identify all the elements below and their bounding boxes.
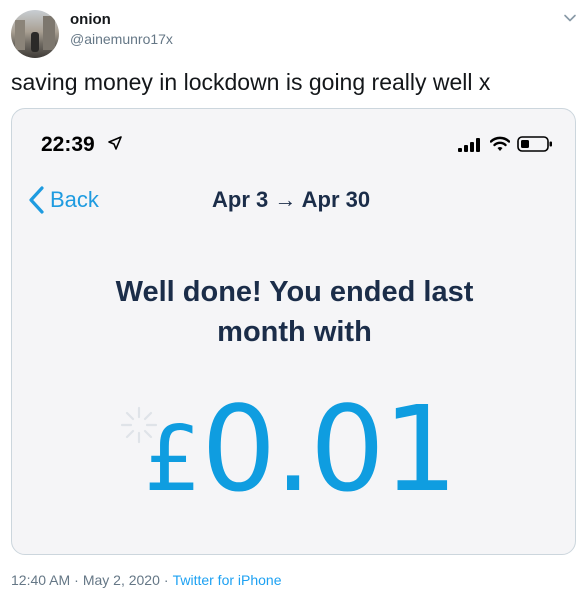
tweet-date[interactable]: May 2, 2020 <box>83 572 160 588</box>
meta-separator: · <box>74 572 79 588</box>
tweet-media[interactable]: 22:39 Back Apr 3 → Apr 30 Well done! You… <box>11 108 576 555</box>
chevron-down-icon[interactable] <box>562 10 578 26</box>
currency-symbol: £ <box>144 407 202 512</box>
status-bar-time: 22:39 <box>41 133 95 156</box>
wifi-icon <box>490 136 510 151</box>
tweet-meta: 12:40 AM · May 2, 2020 · Twitter for iPhone <box>11 572 282 588</box>
meta-separator: · <box>163 572 169 588</box>
location-arrow-icon <box>108 136 122 150</box>
signal-icon <box>458 138 480 152</box>
tweet-time[interactable]: 12:40 AM <box>11 572 70 588</box>
balance-amount: £0.01 <box>144 390 458 508</box>
balance-value: 0.01 <box>201 380 458 518</box>
summary-heading-line-1: Well done! You ended last <box>115 276 474 308</box>
tweet-source-link[interactable]: Twitter for iPhone <box>173 572 282 588</box>
battery-icon <box>517 136 552 152</box>
avatar[interactable] <box>11 10 59 58</box>
date-range-title: Apr 3 → Apr 30 <box>212 187 371 212</box>
summary-heading: Well done! You ended last month with <box>12 272 575 352</box>
user-handle[interactable]: @ainemunro17x <box>70 31 173 47</box>
back-chevron-icon <box>29 186 44 214</box>
display-name[interactable]: onion <box>70 11 111 28</box>
back-label: Back <box>50 187 99 212</box>
summary-heading-line-2: month with <box>217 316 372 348</box>
back-button[interactable]: Back <box>28 185 99 215</box>
tweet-text: saving money in lockdown is going really… <box>11 69 491 95</box>
